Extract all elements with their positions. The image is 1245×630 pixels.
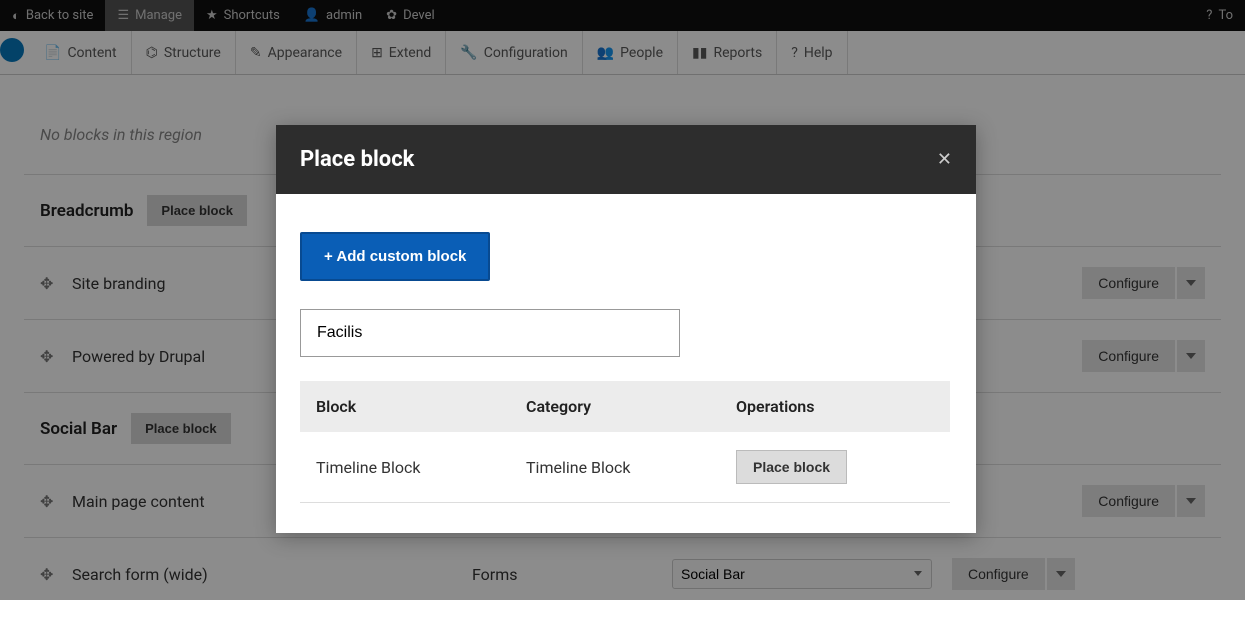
col-block: Block <box>316 397 526 416</box>
add-custom-block-button[interactable]: + Add custom block <box>300 232 490 281</box>
row-category: Timeline Block <box>526 458 736 477</box>
dialog-body: + Add custom block Block Category Operat… <box>276 194 976 533</box>
table-row: Timeline Block Timeline Block Place bloc… <box>300 432 950 503</box>
dialog-header: Place block ✕ <box>276 125 976 194</box>
row-block-name: Timeline Block <box>316 458 526 477</box>
table-header: Block Category Operations <box>300 381 950 432</box>
dialog-title: Place block <box>300 147 414 172</box>
col-operations: Operations <box>736 397 934 416</box>
place-block-dialog: Place block ✕ + Add custom block Block C… <box>276 125 976 533</box>
block-table: Block Category Operations Timeline Block… <box>300 381 950 503</box>
place-block-button[interactable]: Place block <box>736 450 847 484</box>
col-category: Category <box>526 397 736 416</box>
filter-input[interactable] <box>300 309 680 357</box>
close-icon[interactable]: ✕ <box>937 149 952 170</box>
